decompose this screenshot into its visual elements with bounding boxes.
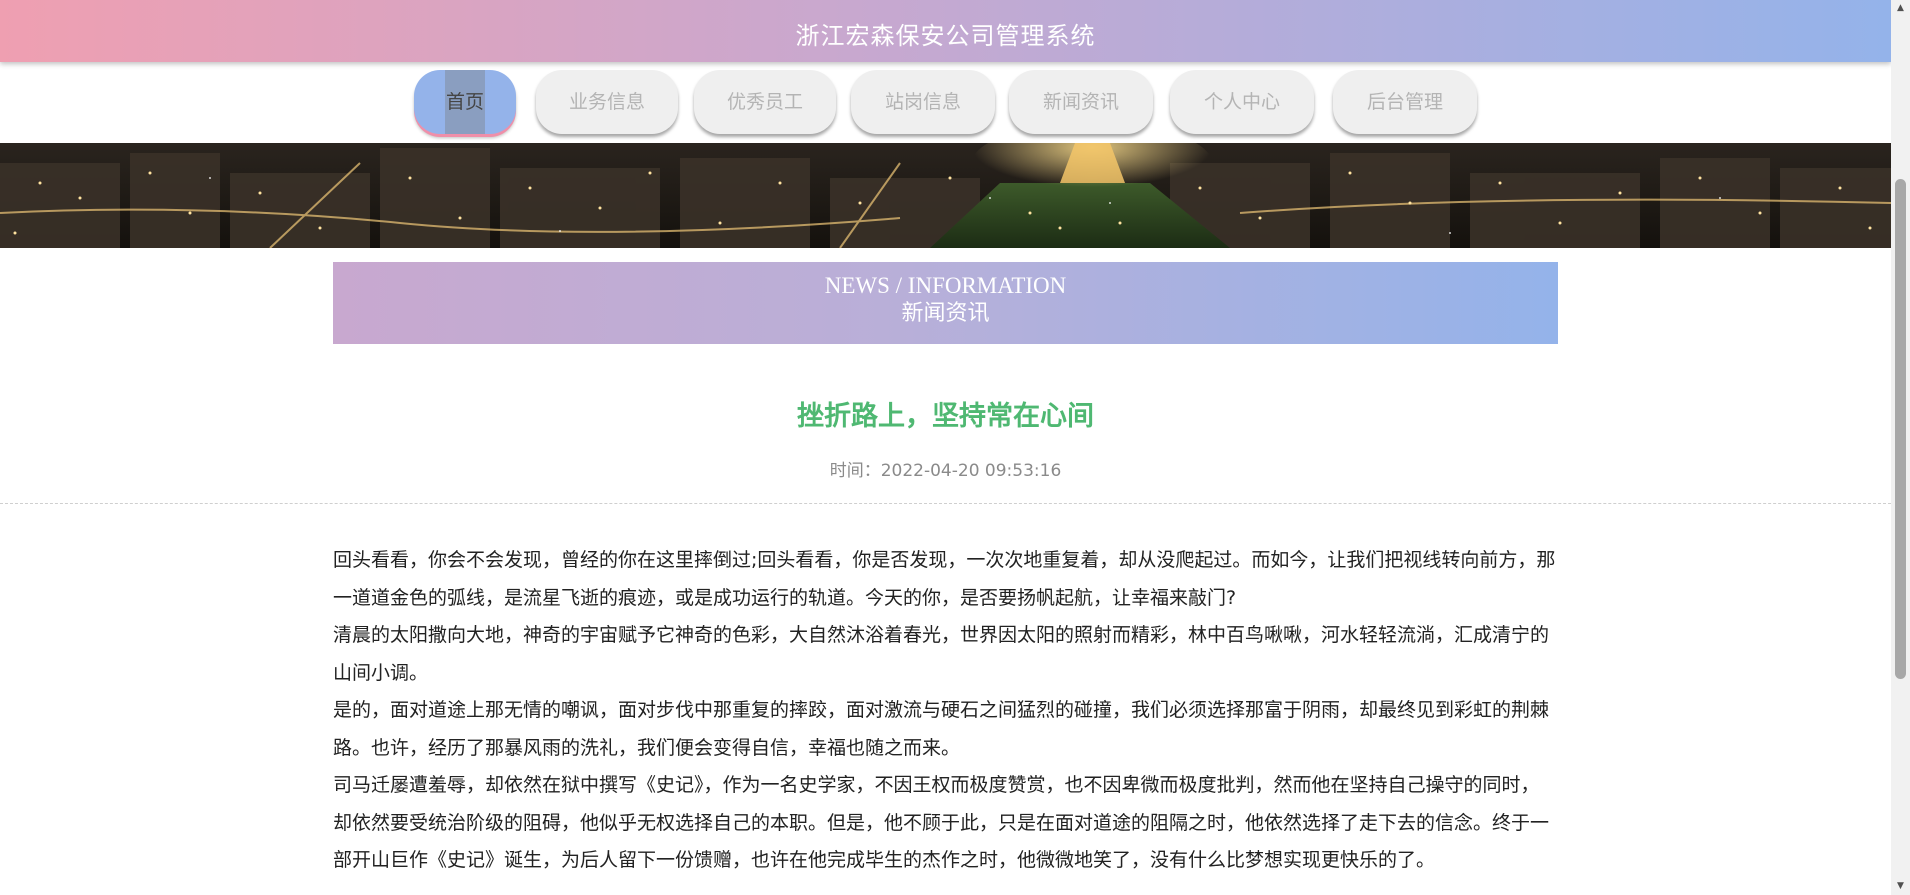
top-header: 浙江宏森保安公司管理系统 [0,0,1891,62]
nav-item-employees[interactable]: 优秀员工 [694,70,836,134]
nav-item-posts[interactable]: 站岗信息 [851,70,995,134]
nav-item-news[interactable]: 新闻资讯 [1009,70,1153,134]
main-nav: 首页 业务信息 优秀员工 站岗信息 新闻资讯 个人中心 后台管理 [0,70,1891,140]
scrollbar-thumb[interactable] [1895,179,1906,679]
chevron-down-icon[interactable]: ▼ [1891,878,1910,895]
nav-item-business[interactable]: 业务信息 [536,70,678,134]
article-paragraph: 清晨的太阳撒向大地，神奇的宇宙赋予它神奇的色彩，大自然沐浴着春光，世界因太阳的照… [333,624,1550,684]
nav-item-label: 个人中心 [1203,91,1280,113]
article-paragraph: 回头看看，你会不会发现，曾经的你在这里摔倒过;回头看看，你是否发现，一次次地重复… [333,549,1556,609]
nav-item-admin[interactable]: 后台管理 [1333,70,1477,134]
article-paragraph: 司马迁屡遭羞辱，却依然在狱中撰写《史记》，作为一名史学家，不因王权而极度赞赏，也… [333,774,1550,871]
site-title: 浙江宏森保安公司管理系统 [795,22,1096,50]
article-paragraph: 是的，面对道途上那无情的嘲讽，面对步伐中那重复的摔跤，面对激流与硬石之间猛烈的碰… [333,699,1550,759]
nav-item-label: 优秀员工 [726,91,803,113]
nav-item-label: 业务信息 [568,91,645,113]
nav-item-label: 站岗信息 [884,91,961,113]
section-title-en: NEWS / INFORMATION [824,273,1067,298]
nav-item-label: 新闻资讯 [1042,91,1119,113]
section-title-cn: 新闻资讯 [901,301,990,326]
chevron-up-icon[interactable]: ▲ [1891,0,1910,17]
banner-image [0,143,1891,248]
nav-item-home[interactable]: 首页 [414,70,516,134]
vertical-scrollbar[interactable]: ▲ ▼ [1891,0,1910,895]
nav-item-label: 首页 [445,70,485,134]
page: 浙江宏森保安公司管理系统 首页 业务信息 优秀员工 站岗信息 新闻资讯 个人中心… [0,0,1891,895]
article-title: 挫折路上，坚持常在心间 [797,401,1094,432]
article-body: 回头看看，你会不会发现，曾经的你在这里摔倒过;回头看看，你是否发现，一次次地重复… [333,542,1558,880]
nav-item-label: 后台管理 [1366,91,1443,113]
city-night-photo [0,143,1891,248]
article-time: 时间：2022-04-20 09:53:16 [829,461,1062,481]
divider [0,503,1891,504]
nav-item-profile[interactable]: 个人中心 [1170,70,1314,134]
section-header: NEWS / INFORMATION 新闻资讯 [333,262,1558,344]
